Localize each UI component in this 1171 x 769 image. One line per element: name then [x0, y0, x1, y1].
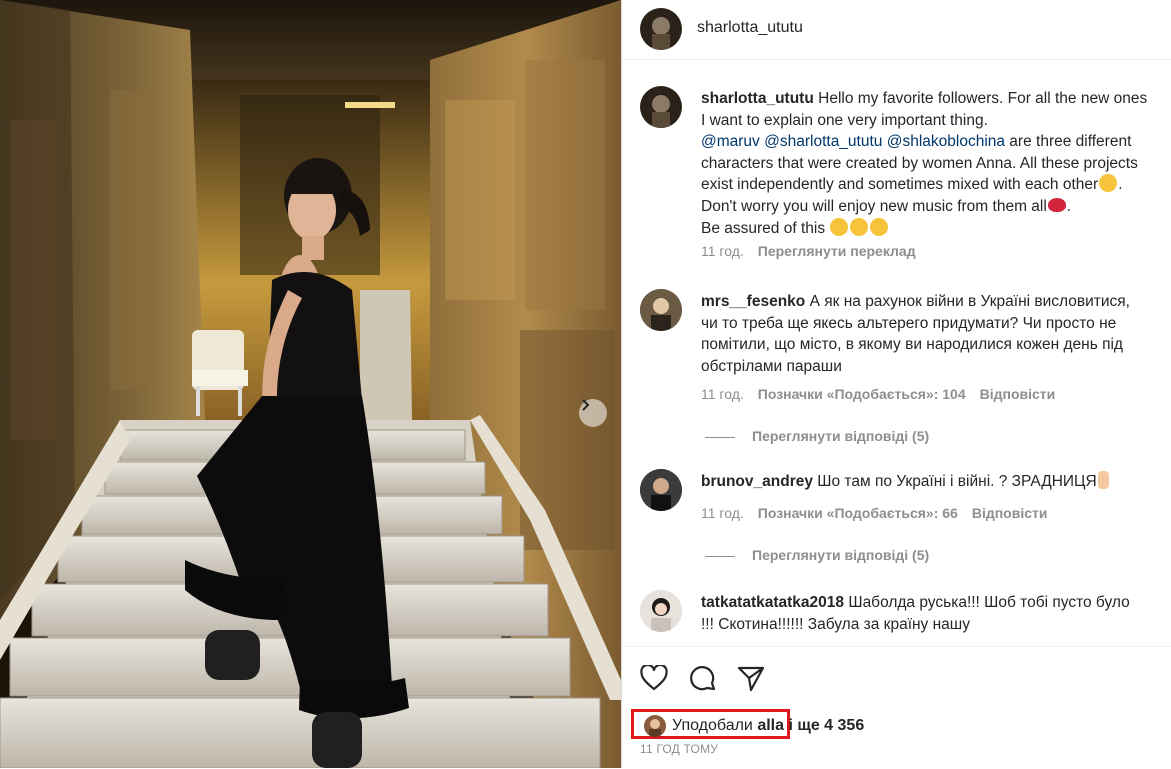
caption-username[interactable]: sharlotta_ututu [701, 90, 814, 107]
hug-emoji-icon [870, 217, 889, 236]
reply-button[interactable]: Відповісти [980, 386, 1056, 402]
comment-text: brunov_andrey Шо там по Україні і війні.… [701, 471, 1171, 493]
wink-emoji-icon [1099, 174, 1118, 193]
liked-by-user[interactable]: alla [757, 717, 784, 734]
comment-likes[interactable]: Позначки «Подобається»: 104 [758, 386, 966, 402]
comment-time: 11 год. [701, 505, 744, 521]
view-replies-button[interactable]: Переглянути відповіді (5) [705, 428, 929, 444]
caption-meta: 11 год. Переглянути переклад [701, 243, 916, 259]
author-avatar[interactable] [640, 8, 682, 50]
post-photo [0, 0, 621, 768]
comment-meta: 11 год. Позначки «Подобається»: 66 Відпові… [701, 505, 1047, 521]
commenter-avatar[interactable] [640, 469, 682, 511]
liker-avatar[interactable] [644, 715, 666, 737]
liked-by-others[interactable]: і ще 4 356 [784, 717, 864, 734]
heart-icon[interactable] [640, 665, 668, 691]
post-header: sharlotta_ututu [622, 0, 1171, 60]
share-icon[interactable] [737, 665, 765, 693]
caption-text: sharlotta_ututu Hello my favorite follow… [701, 90, 1148, 237]
comment-time: 11 год. [701, 386, 744, 402]
mention-sharlotta[interactable]: @sharlotta_ututu [764, 133, 882, 150]
hug-emoji-icon [850, 217, 869, 236]
caption-time: 11 год. [701, 243, 744, 259]
replies-line [705, 555, 735, 557]
comment-text: mrs__fesenko А як на рахунок війни в Укр… [701, 293, 1130, 375]
comment-icon[interactable] [689, 665, 717, 693]
commenter-avatar[interactable] [640, 289, 682, 331]
chevron-right-icon [582, 399, 590, 411]
view-replies-button[interactable]: Переглянути відповіді (5) [705, 547, 929, 563]
commenter-avatar[interactable] [640, 590, 682, 632]
mention-shlakoblochina[interactable]: @shlakoblochina [887, 133, 1005, 150]
commenter-username[interactable]: mrs__fesenko [701, 293, 805, 310]
reply-button[interactable]: Відповісти [972, 505, 1048, 521]
comment-meta: 11 год. Позначки «Подобається»: 104 Відпов… [701, 386, 1055, 402]
kiss-lips-emoji-icon [1047, 197, 1066, 212]
hug-emoji-icon [830, 217, 849, 236]
post-side-panel: sharlotta_ututu sharlotta_ututu Hello my… [622, 0, 1171, 768]
comment-text: tatkatatkatatka2018 Шаболда руська!!! Шо… [701, 594, 1130, 633]
comment-likes[interactable]: Позначки «Подобається»: 66 [758, 505, 958, 521]
post-time-ago: 11 ГОД ТОМУ [640, 742, 719, 756]
commenter-username[interactable]: tatkatatkatatka2018 [701, 594, 844, 611]
caption-avatar[interactable] [640, 86, 682, 128]
replies-line [705, 436, 735, 438]
comments-list[interactable]: sharlotta_ututu Hello my favorite follow… [622, 60, 1171, 646]
liked-by[interactable]: Уподобали alla і ще 4 356 [672, 717, 864, 735]
middle-finger-emoji-icon [1097, 471, 1109, 489]
translate-link[interactable]: Переглянути переклад [758, 243, 916, 259]
next-photo-button[interactable] [579, 399, 607, 427]
author-username[interactable]: sharlotta_ututu [697, 19, 803, 37]
staircase-photo-illustration [0, 0, 621, 768]
commenter-username[interactable]: brunov_andrey [701, 473, 813, 490]
post-actions: Уподобали alla і ще 4 356 11 ГОД ТОМУ [622, 646, 1171, 769]
mention-maruv[interactable]: @maruv [701, 133, 760, 150]
